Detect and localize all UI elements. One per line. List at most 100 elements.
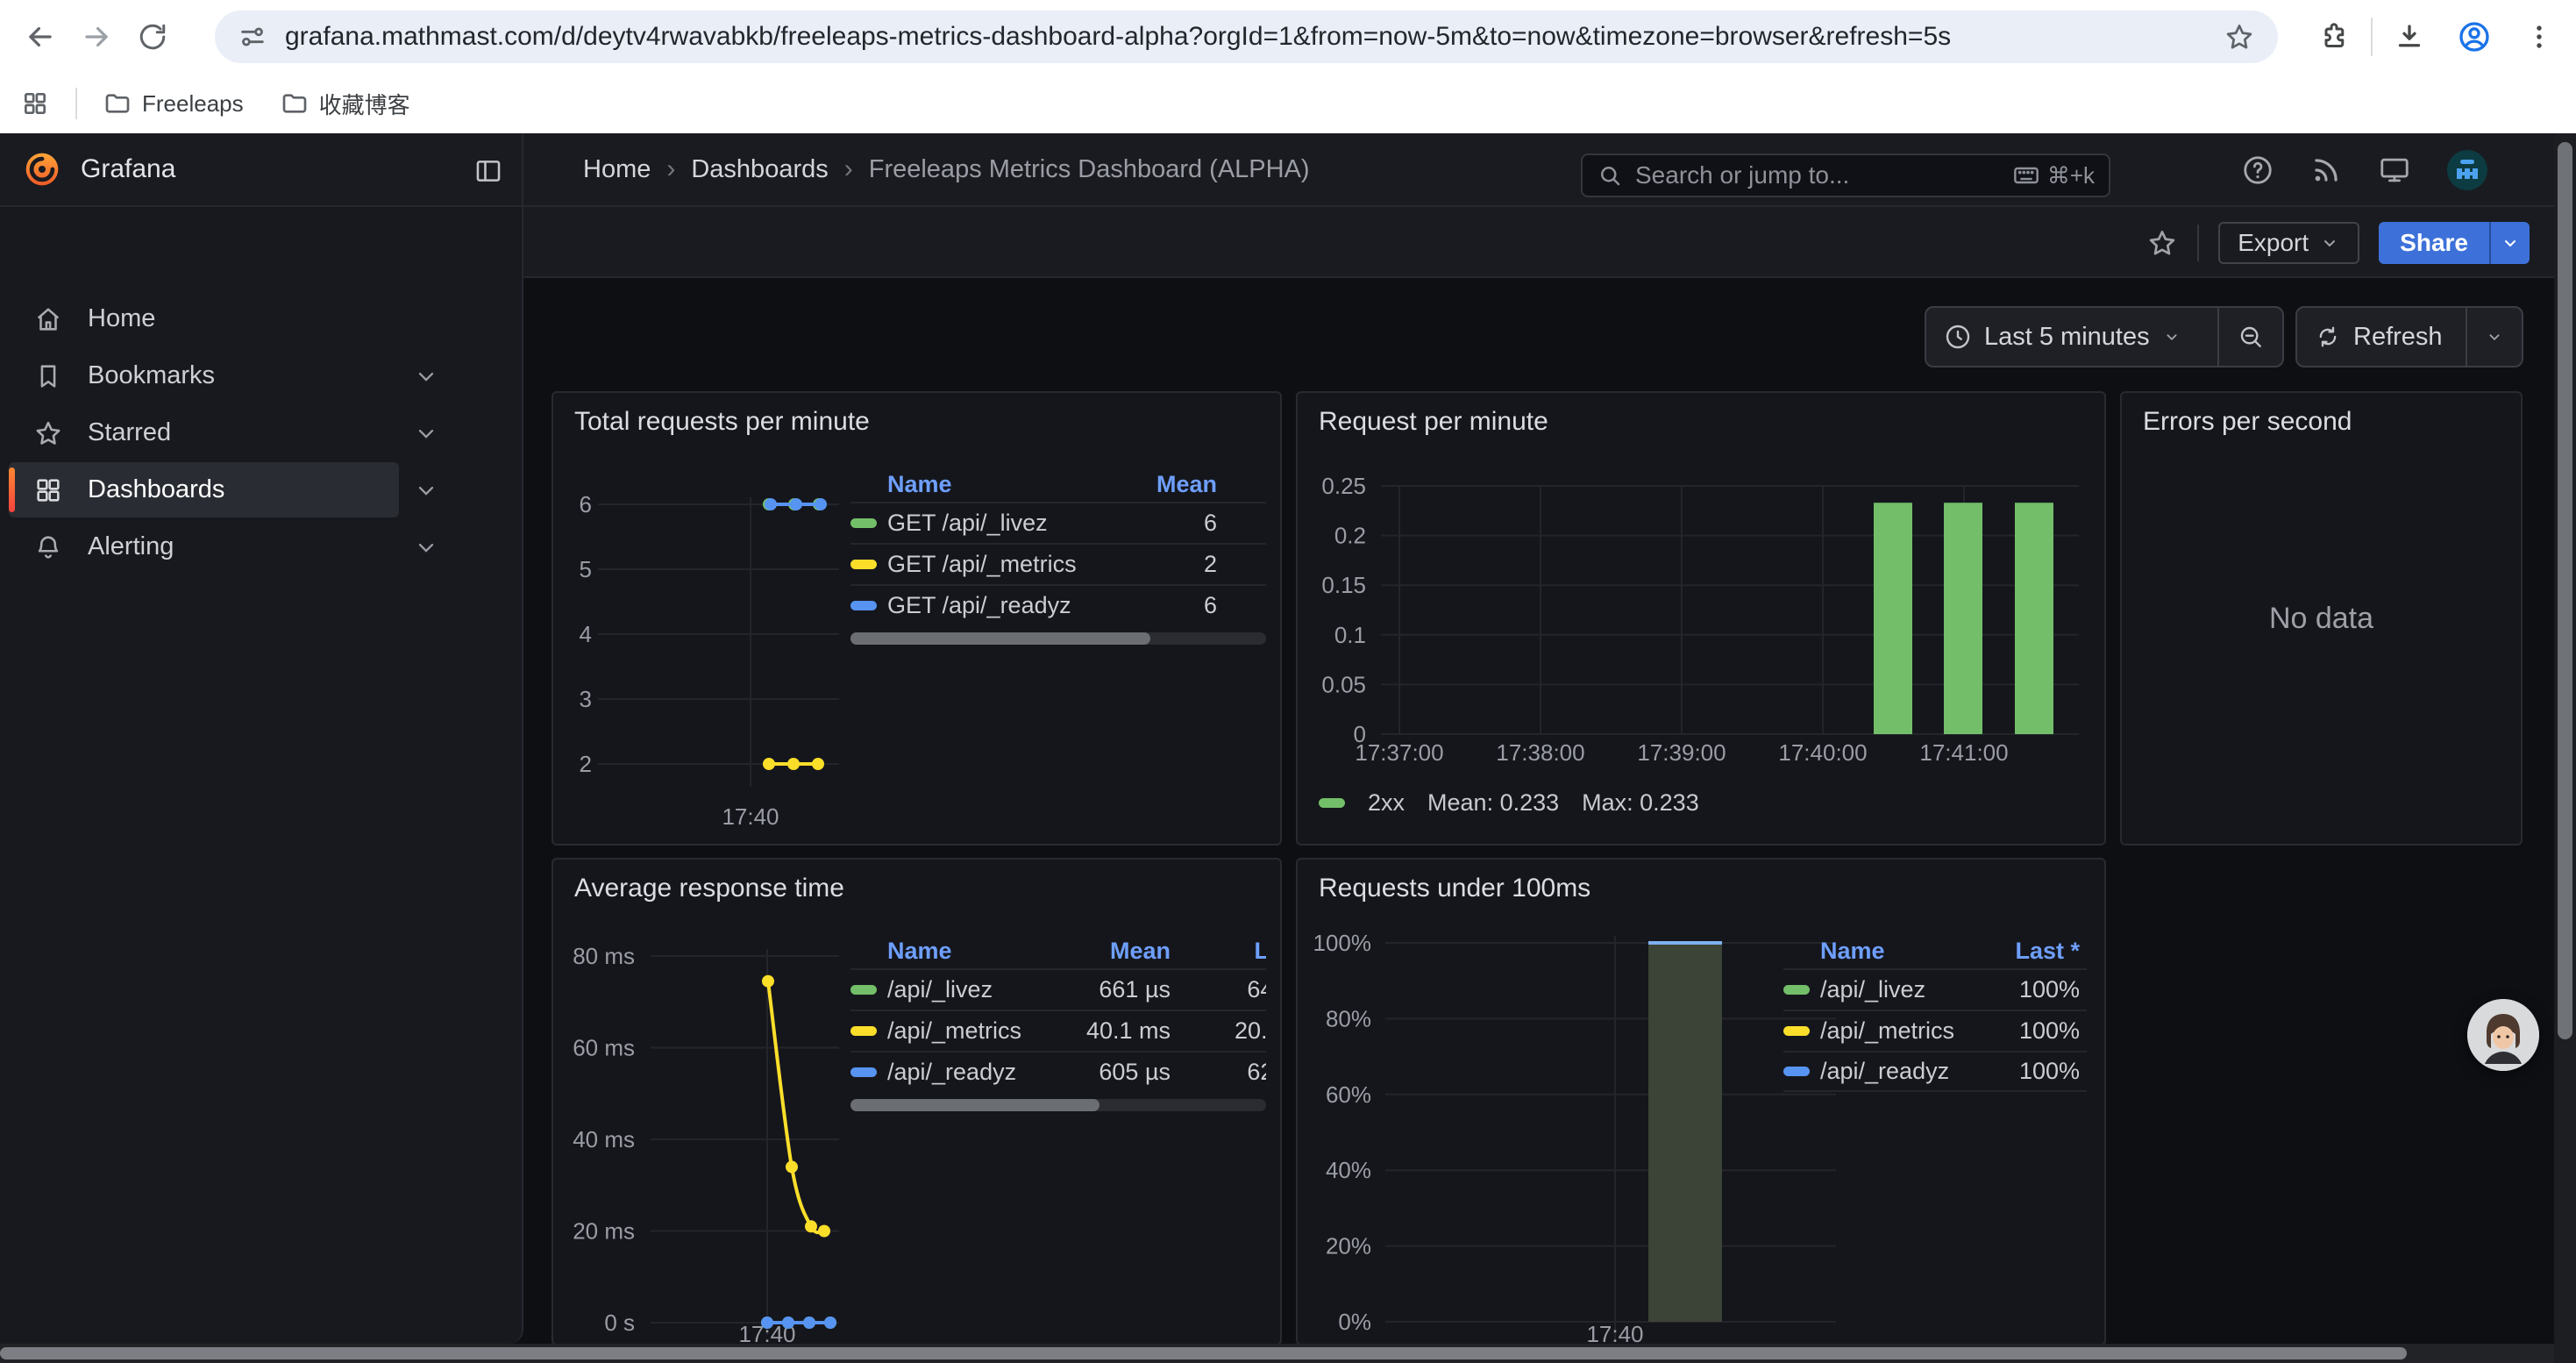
zoom-out-button[interactable]	[2219, 308, 2282, 366]
profile-icon[interactable]	[2446, 9, 2502, 65]
svg-text:60%: 60%	[1326, 1081, 1371, 1108]
legend-header-mean[interactable]: Mean	[1057, 938, 1171, 965]
monitor-icon[interactable]	[2378, 153, 2411, 187]
series-color-pill	[1783, 1026, 1810, 1036]
girl-avatar	[2467, 999, 2539, 1071]
bookmark-star-icon[interactable]	[2224, 21, 2255, 53]
chevron-down-icon[interactable]	[414, 535, 438, 560]
series-color-pill	[1783, 1067, 1810, 1076]
legend-header-name[interactable]: Name	[887, 471, 1103, 498]
downloads-icon[interactable]	[2381, 9, 2437, 65]
panel-title[interactable]: Errors per second	[2143, 407, 2352, 437]
refresh-button[interactable]: Refresh	[2297, 308, 2466, 366]
search-input[interactable]	[1633, 161, 2012, 190]
legend-row: /api/_metrics 40.1 ms 20.5 ms	[850, 1010, 1266, 1051]
help-icon[interactable]	[2241, 153, 2274, 187]
request-per-minute-chart: 0.250.20.150.10.05017:37:0017:38:0017:39…	[1298, 393, 2106, 846]
legend-header-last[interactable]: Last *	[1171, 938, 1266, 965]
sidebar-item-label: Home	[88, 304, 155, 333]
series-name[interactable]: GET /api/_readyz	[887, 592, 1103, 619]
extensions-icon[interactable]	[2306, 9, 2362, 65]
series-last: 100%	[1990, 976, 2087, 1003]
series-mean: 661 µs	[1057, 976, 1171, 1003]
chevron-down-icon[interactable]	[414, 364, 438, 389]
sidebar-item-alerting[interactable]: Alerting	[9, 519, 399, 574]
series-mean: 6	[1103, 510, 1266, 537]
refresh-interval-chevron[interactable]	[2467, 308, 2522, 366]
series-mean: 605 µs	[1057, 1059, 1171, 1086]
breadcrumb-home[interactable]: Home	[583, 155, 651, 184]
actions-divider	[2197, 225, 2199, 261]
series-last: 646 µs	[1171, 976, 1266, 1003]
sidebar-item-bookmarks[interactable]: Bookmarks	[9, 348, 399, 403]
collapse-menu-icon[interactable]	[473, 156, 503, 186]
series-name[interactable]: /api/_livez	[887, 976, 1057, 1003]
chevron-down-icon[interactable]	[414, 421, 438, 446]
panel-title[interactable]: Average response time	[574, 874, 844, 903]
series-name[interactable]: /api/_livez	[1820, 976, 1990, 1003]
breadcrumb-dashboards[interactable]: Dashboards	[691, 155, 828, 184]
bookmark-icon	[33, 361, 63, 391]
panel-title[interactable]: Requests under 100ms	[1319, 874, 1590, 903]
forward-icon[interactable]	[68, 9, 125, 65]
legend-row: /api/_metrics 100%	[1783, 1010, 2087, 1051]
legend-header-name[interactable]: Name	[1820, 938, 1990, 965]
clock-icon	[1944, 323, 1972, 351]
vertical-scrollbar-thumb[interactable]	[2558, 142, 2572, 1039]
sidebar-item-starred[interactable]: Starred	[9, 405, 399, 460]
back-icon[interactable]	[12, 9, 68, 65]
chevron-down-icon[interactable]	[414, 478, 438, 503]
sidebar-item-home[interactable]: Home	[9, 291, 399, 346]
legend-header-name[interactable]: Name	[887, 938, 1057, 965]
series-name[interactable]: /api/_readyz	[887, 1059, 1057, 1086]
news-rss-icon[interactable]	[2309, 153, 2343, 187]
apps-grid-icon[interactable]	[7, 75, 63, 132]
reload-icon[interactable]	[125, 9, 181, 65]
legend-inline: 2xx Mean: 0.233 Max: 0.233	[1319, 789, 1699, 817]
legend-header-mean[interactable]: Mean	[1103, 471, 1266, 498]
series-name[interactable]: 2xx	[1368, 789, 1405, 817]
horizontal-scrollbar[interactable]	[0, 1344, 2554, 1363]
time-range-picker[interactable]: Last 5 minutes	[1925, 306, 2284, 368]
breadcrumb: Home › Dashboards › Freeleaps Metrics Da…	[583, 154, 1310, 184]
bookmark-folder-freeleaps[interactable]: Freeleaps	[89, 82, 258, 125]
series-mean: 2	[1103, 551, 1266, 578]
share-button[interactable]: Share	[2379, 222, 2530, 264]
sidebar-item-dashboards[interactable]: Dashboards	[9, 462, 399, 517]
time-range-label: Last 5 minutes	[1984, 323, 2150, 352]
series-name[interactable]: GET /api/_livez	[887, 510, 1103, 537]
refresh-icon	[2315, 324, 2341, 350]
site-settings-icon[interactable]	[238, 22, 267, 52]
horizontal-scrollbar-thumb[interactable]	[0, 1347, 2407, 1359]
legend-header-last[interactable]: Last *	[1990, 938, 2087, 965]
url-input[interactable]	[283, 21, 2224, 53]
star-icon	[33, 418, 63, 448]
assistant-avatar-widget[interactable]	[2467, 999, 2539, 1071]
series-name[interactable]: /api/_metrics	[887, 1017, 1057, 1045]
panel-errors-per-second: Errors per second No data	[2120, 391, 2523, 846]
grafana-brand-label: Grafana	[81, 154, 175, 184]
series-last: 20.5 ms	[1171, 1017, 1266, 1045]
panel-title[interactable]: Request per minute	[1319, 407, 1548, 437]
user-avatar[interactable]	[2446, 149, 2488, 191]
grafana-logo[interactable]	[23, 150, 61, 189]
address-bar[interactable]	[215, 11, 2278, 63]
svg-text:4: 4	[580, 621, 592, 647]
favorite-star-icon[interactable]	[2146, 227, 2178, 259]
legend-scrollbar[interactable]	[850, 632, 1266, 645]
bookmark-folder-blogs[interactable]: 收藏博客	[267, 81, 424, 127]
series-name[interactable]: /api/_readyz	[1820, 1058, 1990, 1085]
panel-title[interactable]: Total requests per minute	[574, 407, 870, 437]
legend-scrollbar[interactable]	[850, 1099, 1266, 1111]
series-name[interactable]: GET /api/_metrics	[887, 551, 1103, 578]
search-box[interactable]: ⌘+k	[1581, 153, 2110, 197]
refresh-picker[interactable]: Refresh	[2295, 306, 2523, 368]
series-max: Max: 0.233	[1582, 789, 1699, 817]
series-color-pill	[850, 601, 877, 610]
series-name[interactable]: /api/_metrics	[1820, 1017, 1990, 1045]
chrome-menu-icon[interactable]	[2511, 9, 2567, 65]
vertical-scrollbar[interactable]	[2554, 133, 2576, 1363]
svg-text:17:40: 17:40	[722, 803, 779, 830]
share-menu-chevron[interactable]	[2489, 222, 2530, 264]
export-button[interactable]: Export	[2218, 222, 2359, 264]
